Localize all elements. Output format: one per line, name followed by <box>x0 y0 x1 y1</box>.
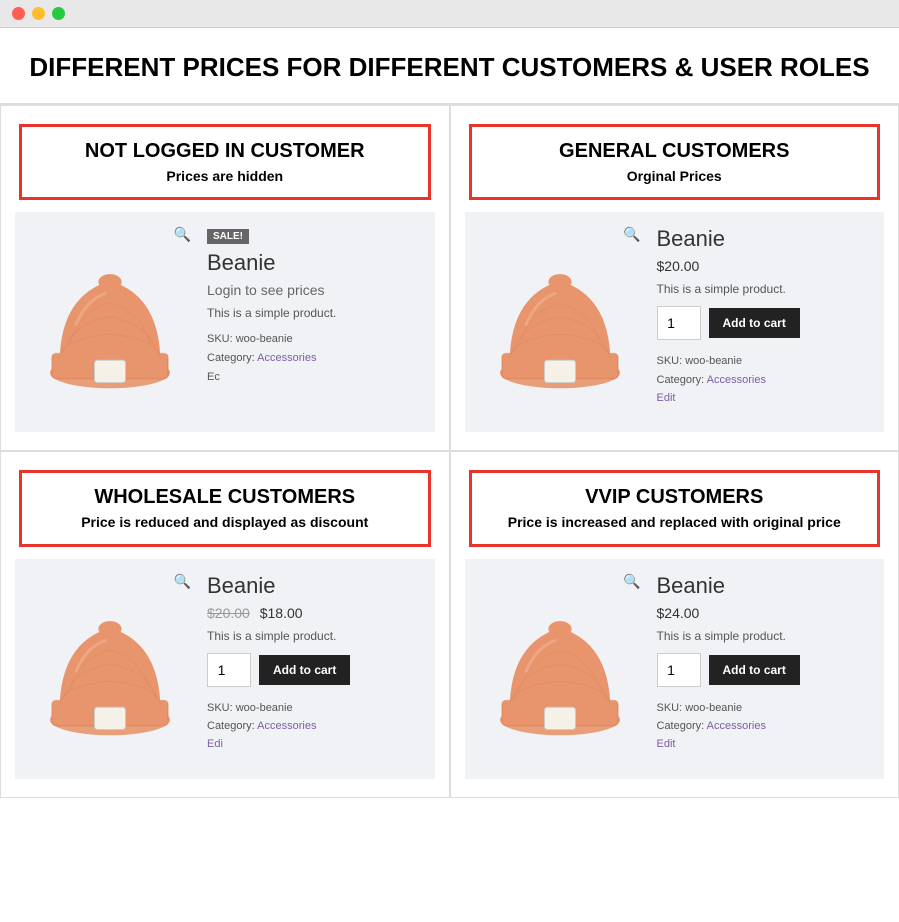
product-extra: Ec <box>207 371 220 383</box>
product-info: Beanie $20.00 This is a simple product. … <box>657 222 875 422</box>
product-image-area: 🔍 <box>25 222 195 422</box>
customer-label-subtitle: Prices are hidden <box>38 167 412 185</box>
zoom-icon[interactable]: 🔍 <box>623 573 640 590</box>
sale-badge: SALE! <box>207 229 249 244</box>
add-to-cart-row: Add to cart <box>657 306 875 340</box>
product-card-general-customers: 🔍 Beanie $20.00 This is a simple product… <box>465 212 885 432</box>
product-meta: SKU: woo-beanie Category: Accessories <box>207 699 425 736</box>
product-card-vvip-customers: 🔍 Beanie $24.00 This is a simple product… <box>465 559 885 779</box>
window-bar <box>0 0 899 28</box>
login-to-see-prices: Login to see prices <box>207 282 425 298</box>
grid-cell-general-customers: GENERAL CUSTOMERS Orginal Prices 🔍 Be <box>450 105 899 451</box>
zoom-icon[interactable]: 🔍 <box>174 573 191 590</box>
quantity-input[interactable] <box>657 306 701 340</box>
product-grid: NOT LOGGED IN CUSTOMER Prices are hidden… <box>0 105 899 797</box>
product-name: Beanie <box>657 573 875 599</box>
main-content: DIFFERENT PRICES FOR DIFFERENT CUSTOMERS… <box>0 28 899 798</box>
product-description: This is a simple product. <box>657 629 875 643</box>
product-price: $24.00 <box>657 605 875 621</box>
edit-link[interactable]: Edit <box>657 738 875 750</box>
product-meta: SKU: woo-beanie Category: Accessories <box>657 352 875 389</box>
price-original: $20.00 <box>207 605 250 621</box>
product-sku: SKU: woo-beanie <box>657 355 743 367</box>
minimize-dot[interactable] <box>32 7 45 20</box>
product-description: This is a simple product. <box>207 629 425 643</box>
customer-label-subtitle: Price is increased and replaced with ori… <box>488 513 862 531</box>
product-category: Category: Accessories <box>657 720 766 732</box>
product-info: Beanie $24.00 This is a simple product. … <box>657 569 875 769</box>
add-to-cart-row: Add to cart <box>207 653 425 687</box>
product-description: This is a simple product. <box>207 306 425 320</box>
product-info: Beanie $20.00 $18.00 This is a simple pr… <box>207 569 425 769</box>
close-dot[interactable] <box>12 7 25 20</box>
product-price: $20.00 $18.00 <box>207 605 425 621</box>
customer-label-wholesale-customers: WHOLESALE CUSTOMERS Price is reduced and… <box>19 470 431 546</box>
product-sku: SKU: woo-beanie <box>207 702 293 714</box>
grid-cell-not-logged-in: NOT LOGGED IN CUSTOMER Prices are hidden… <box>0 105 450 451</box>
add-to-cart-row: Add to cart <box>657 653 875 687</box>
page-title: DIFFERENT PRICES FOR DIFFERENT CUSTOMERS… <box>0 28 899 105</box>
product-name: Beanie <box>657 226 875 252</box>
customer-label-title: WHOLESALE CUSTOMERS <box>38 485 412 509</box>
product-meta: SKU: woo-beanie Category: Accessories Ec <box>207 330 425 386</box>
product-name: Beanie <box>207 250 425 276</box>
grid-cell-vvip-customers: VVIP CUSTOMERS Price is increased and re… <box>450 451 899 797</box>
product-card-not-logged-in: 🔍 SALE! Beanie Login to see prices This … <box>15 212 435 432</box>
customer-label-title: VVIP CUSTOMERS <box>488 485 862 509</box>
product-description: This is a simple product. <box>657 282 875 296</box>
product-image-area: 🔍 <box>475 222 645 422</box>
product-sku: SKU: woo-beanie <box>657 702 743 714</box>
category-link[interactable]: Accessories <box>257 352 316 364</box>
product-category: Category: Accessories <box>207 720 316 732</box>
product-meta: SKU: woo-beanie Category: Accessories <box>657 699 875 736</box>
product-image-area: 🔍 <box>25 569 195 769</box>
category-link[interactable]: Accessories <box>257 720 316 732</box>
category-link[interactable]: Accessories <box>707 374 766 386</box>
product-sku: SKU: woo-beanie <box>207 333 293 345</box>
customer-label-title: GENERAL CUSTOMERS <box>488 139 862 163</box>
customer-label-general-customers: GENERAL CUSTOMERS Orginal Prices <box>469 124 881 200</box>
edit-link[interactable]: Edi <box>207 738 425 750</box>
product-name: Beanie <box>207 573 425 599</box>
maximize-dot[interactable] <box>52 7 65 20</box>
zoom-icon[interactable]: 🔍 <box>623 226 640 243</box>
customer-label-vvip-customers: VVIP CUSTOMERS Price is increased and re… <box>469 470 881 546</box>
customer-label-subtitle: Orginal Prices <box>488 167 862 185</box>
grid-cell-wholesale-customers: WHOLESALE CUSTOMERS Price is reduced and… <box>0 451 450 797</box>
zoom-icon[interactable]: 🔍 <box>174 226 191 243</box>
product-category: Category: Accessories <box>207 352 316 364</box>
product-category: Category: Accessories <box>657 374 766 386</box>
product-price: $20.00 <box>657 258 875 274</box>
customer-label-not-logged-in: NOT LOGGED IN CUSTOMER Prices are hidden <box>19 124 431 200</box>
add-to-cart-button[interactable]: Add to cart <box>259 655 350 685</box>
customer-label-subtitle: Price is reduced and displayed as discou… <box>38 513 412 531</box>
add-to-cart-button[interactable]: Add to cart <box>709 308 800 338</box>
edit-link[interactable]: Edit <box>657 392 875 404</box>
quantity-input[interactable] <box>207 653 251 687</box>
product-image-area: 🔍 <box>475 569 645 769</box>
product-info: SALE! Beanie Login to see prices This is… <box>207 222 425 422</box>
customer-label-title: NOT LOGGED IN CUSTOMER <box>38 139 412 163</box>
price-sale: $18.00 <box>260 605 303 621</box>
product-card-wholesale-customers: 🔍 Beanie $20.00 $18.00 This is a simp <box>15 559 435 779</box>
category-link[interactable]: Accessories <box>707 720 766 732</box>
quantity-input[interactable] <box>657 653 701 687</box>
add-to-cart-button[interactable]: Add to cart <box>709 655 800 685</box>
